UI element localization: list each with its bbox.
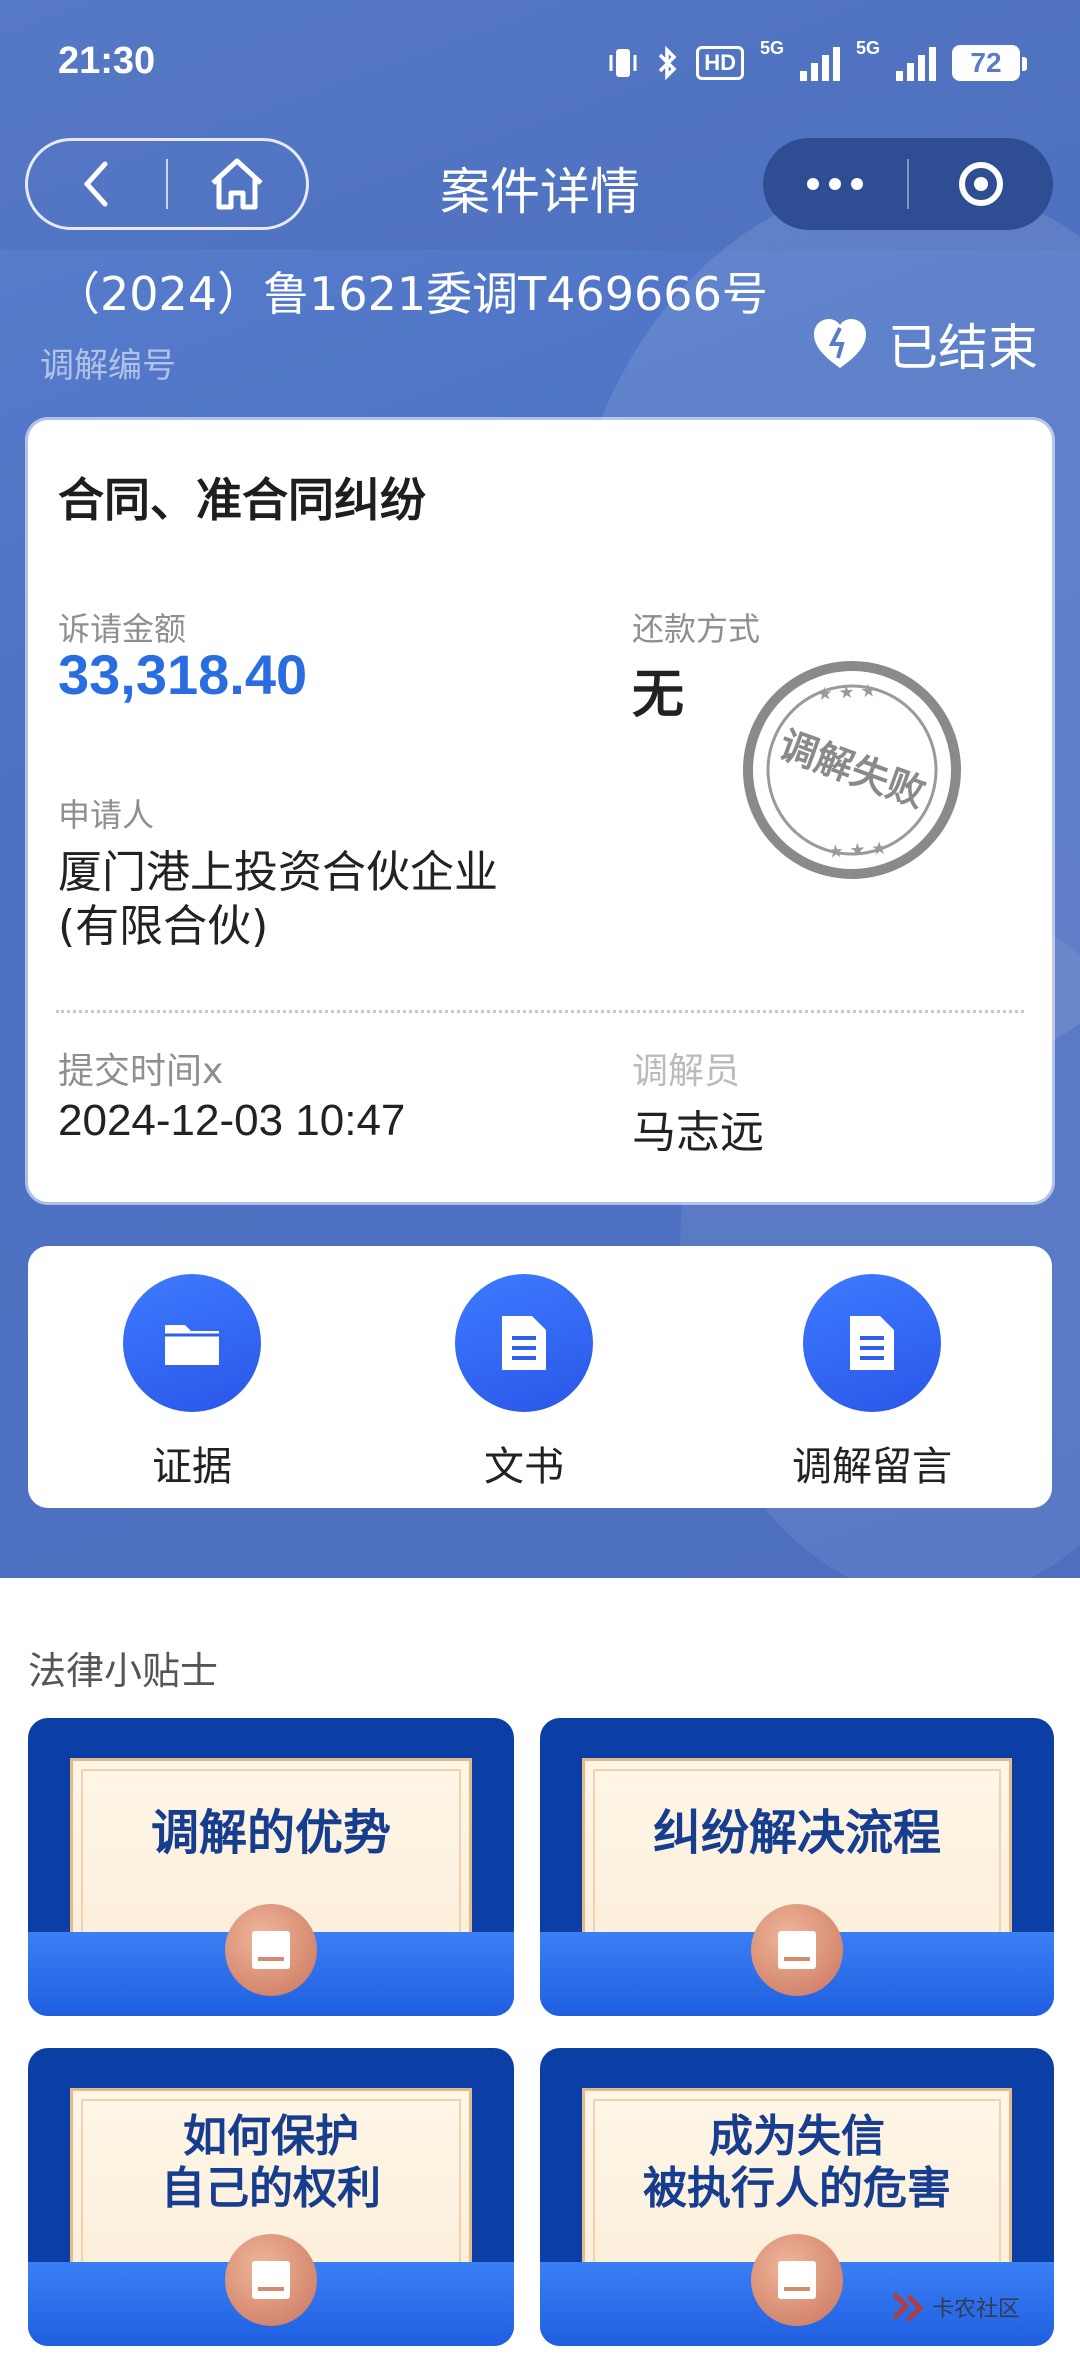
mediator-label: 调解员 <box>632 1051 741 1092</box>
more-icon <box>807 178 863 190</box>
case-number: （2024）鲁1621委调T469666号 <box>54 267 768 321</box>
tip-title-line2: 自己的权利 <box>161 2163 381 2214</box>
repayment-value: 无 <box>632 665 685 725</box>
book-icon <box>225 2234 317 2326</box>
document-icon <box>803 1274 941 1412</box>
nav-bar: 案件详情 <box>0 132 1080 242</box>
network-label-1: 5G <box>759 38 784 58</box>
miniapp-capsule <box>763 138 1053 230</box>
network-label-2: 5G <box>855 38 880 58</box>
applicant-line2: (有限合伙) <box>58 901 269 952</box>
tip-title: 纠纷解决流程 <box>652 1805 941 1861</box>
close-miniapp-button[interactable] <box>909 138 1053 230</box>
submit-time: 2024-12-03 10:47 <box>58 1096 406 1145</box>
evidence-button[interactable]: 证据 <box>92 1274 292 1492</box>
watermark-logo-icon <box>892 2292 924 2322</box>
book-icon <box>751 1904 843 1996</box>
battery-icon: 72 <box>952 45 1027 81</box>
mediator-name: 马志远 <box>632 1107 764 1158</box>
more-button[interactable] <box>763 138 907 230</box>
book-icon <box>225 1904 317 1996</box>
hd-badge: HD <box>696 46 744 80</box>
vibrate-icon <box>609 49 637 77</box>
tip-title-line2: 被执行人的危害 <box>643 2163 951 2214</box>
stamp-text: 调解失败 <box>773 722 931 815</box>
status-bar: 21:30 HD 5G 5G 72 <box>0 0 1080 130</box>
applicant-label: 申请人 <box>58 796 155 834</box>
tip-title-line1: 成为失信 <box>709 2111 885 2162</box>
case-type: 合同、准合同纠纷 <box>58 473 426 527</box>
mediation-message-label: 调解留言 <box>792 1444 952 1490</box>
book-icon <box>751 2234 843 2326</box>
documents-button[interactable]: 文书 <box>424 1274 624 1492</box>
claim-amount: 33,318.40 <box>58 643 308 706</box>
tip-title: 调解的优势 <box>150 1805 391 1861</box>
heart-badge-icon <box>814 319 866 368</box>
card-divider <box>56 1010 1024 1013</box>
tip-card[interactable]: 调解的优势 <box>28 1718 514 2016</box>
status-time: 21:30 <box>58 40 156 82</box>
signal-icon <box>896 45 936 81</box>
status-icons: HD 5G 5G 72 <box>606 38 1027 88</box>
case-status: 已结束 <box>810 308 1038 380</box>
tip-card[interactable]: 如何保护 自己的权利 <box>28 2048 514 2346</box>
tip-title-line1: 如何保护 <box>183 2111 359 2162</box>
signal-icon <box>799 45 840 81</box>
documents-label: 文书 <box>484 1444 564 1490</box>
legal-tips-title: 法律小贴士 <box>28 1649 219 1693</box>
watermark: 卡农社区 <box>890 2290 1020 2324</box>
tip-card[interactable]: 纠纷解决流程 <box>540 1718 1054 2016</box>
mediation-failed-stamp: ★ ★ ★ ★ ★ ★ 调解失败 <box>743 661 961 879</box>
case-status-label: 已结束 <box>888 319 1038 377</box>
document-icon <box>455 1274 593 1412</box>
watermark-text: 卡农社区 <box>931 2297 1020 2322</box>
repayment-label: 还款方式 <box>632 610 761 648</box>
folder-icon <box>123 1274 261 1412</box>
target-icon <box>958 162 1003 206</box>
mediation-message-button[interactable]: 调解留言 <box>772 1274 972 1492</box>
case-number-label: 调解编号 <box>40 346 176 386</box>
svg-text:★ ★ ★: ★ ★ ★ <box>816 680 877 705</box>
bluetooth-icon <box>658 45 677 81</box>
action-panel: 证据 文书 调解留言 <box>28 1246 1052 1508</box>
case-info-card: 合同、准合同纠纷 诉请金额 33,318.40 还款方式 无 ★ ★ ★ ★ ★… <box>28 420 1052 1202</box>
svg-text:★ ★ ★: ★ ★ ★ <box>827 838 888 863</box>
evidence-label: 证据 <box>152 1444 232 1490</box>
submit-time-label: 提交时间x <box>58 1051 224 1092</box>
